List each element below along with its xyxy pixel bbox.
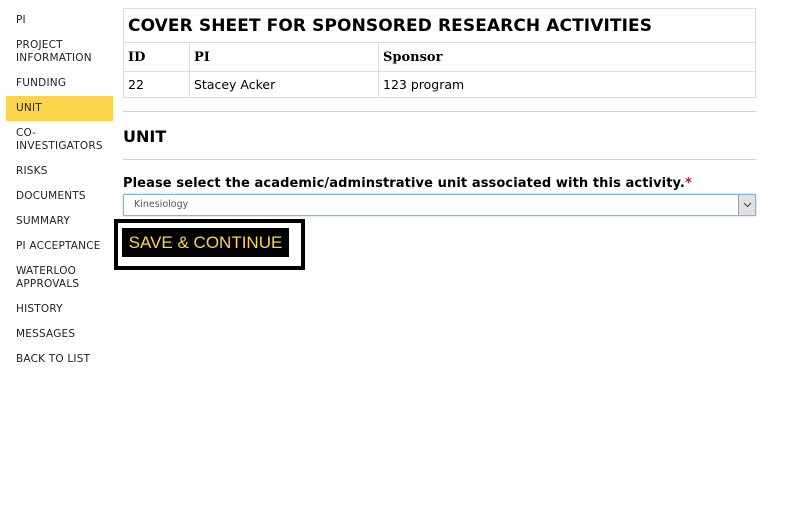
sidebar-item-project-information[interactable]: PROJECT INFORMATION <box>6 33 113 71</box>
select-dropdown-button[interactable] <box>738 195 755 215</box>
unit-field-label: Please select the academic/adminstrative… <box>123 176 756 191</box>
save-continue-button[interactable]: SAVE & CONTINUE <box>122 228 289 257</box>
unit-field-label-text: Please select the academic/adminstrative… <box>123 176 685 191</box>
unit-select[interactable]: Kinesiology <box>123 194 756 216</box>
main-content: COVER SHEET FOR SPONSORED RESEARCH ACTIV… <box>114 8 756 270</box>
cell-pi: Stacey Acker <box>189 71 379 98</box>
sidebar-item-messages[interactable]: MESSAGES <box>6 322 113 347</box>
sidebar-item-history[interactable]: HISTORY <box>6 297 113 322</box>
sidebar-nav: PI PROJECT INFORMATION FUNDING UNIT CO-I… <box>6 8 113 372</box>
sidebar-item-unit[interactable]: UNIT <box>6 96 113 121</box>
divider <box>123 159 756 160</box>
sidebar-item-summary[interactable]: SUMMARY <box>6 209 113 234</box>
cell-sponsor: 123 program <box>378 71 756 98</box>
sidebar-item-pi[interactable]: PI <box>6 8 113 33</box>
unit-select-value: Kinesiology <box>134 199 189 210</box>
table-header-row: ID PI Sponsor <box>123 42 756 72</box>
required-marker: * <box>684 176 692 191</box>
save-button-focus-frame: SAVE & CONTINUE <box>114 219 305 270</box>
sidebar-item-risks[interactable]: RISKS <box>6 159 113 184</box>
sidebar-item-back-to-list[interactable]: BACK TO LIST <box>6 347 113 372</box>
section-title: UNIT <box>123 127 167 146</box>
table-row: 22 Stacey Acker 123 program <box>123 71 756 98</box>
cover-sheet-title: COVER SHEET FOR SPONSORED RESEARCH ACTIV… <box>123 8 756 43</box>
cover-sheet-table: COVER SHEET FOR SPONSORED RESEARCH ACTIV… <box>123 8 756 98</box>
sidebar-item-waterloo-approvals[interactable]: WATERLOO APPROVALS <box>6 259 113 297</box>
chevron-down-icon <box>743 202 751 208</box>
column-header-id: ID <box>123 42 190 72</box>
column-header-pi: PI <box>189 42 379 72</box>
sidebar-item-co-investigators[interactable]: CO-INVESTIGATORS <box>6 121 113 159</box>
column-header-sponsor: Sponsor <box>378 42 756 72</box>
sidebar-item-pi-acceptance[interactable]: PI ACCEPTANCE <box>6 234 113 259</box>
sidebar-item-funding[interactable]: FUNDING <box>6 71 113 96</box>
cell-id: 22 <box>123 71 190 98</box>
sidebar-item-documents[interactable]: DOCUMENTS <box>6 184 113 209</box>
